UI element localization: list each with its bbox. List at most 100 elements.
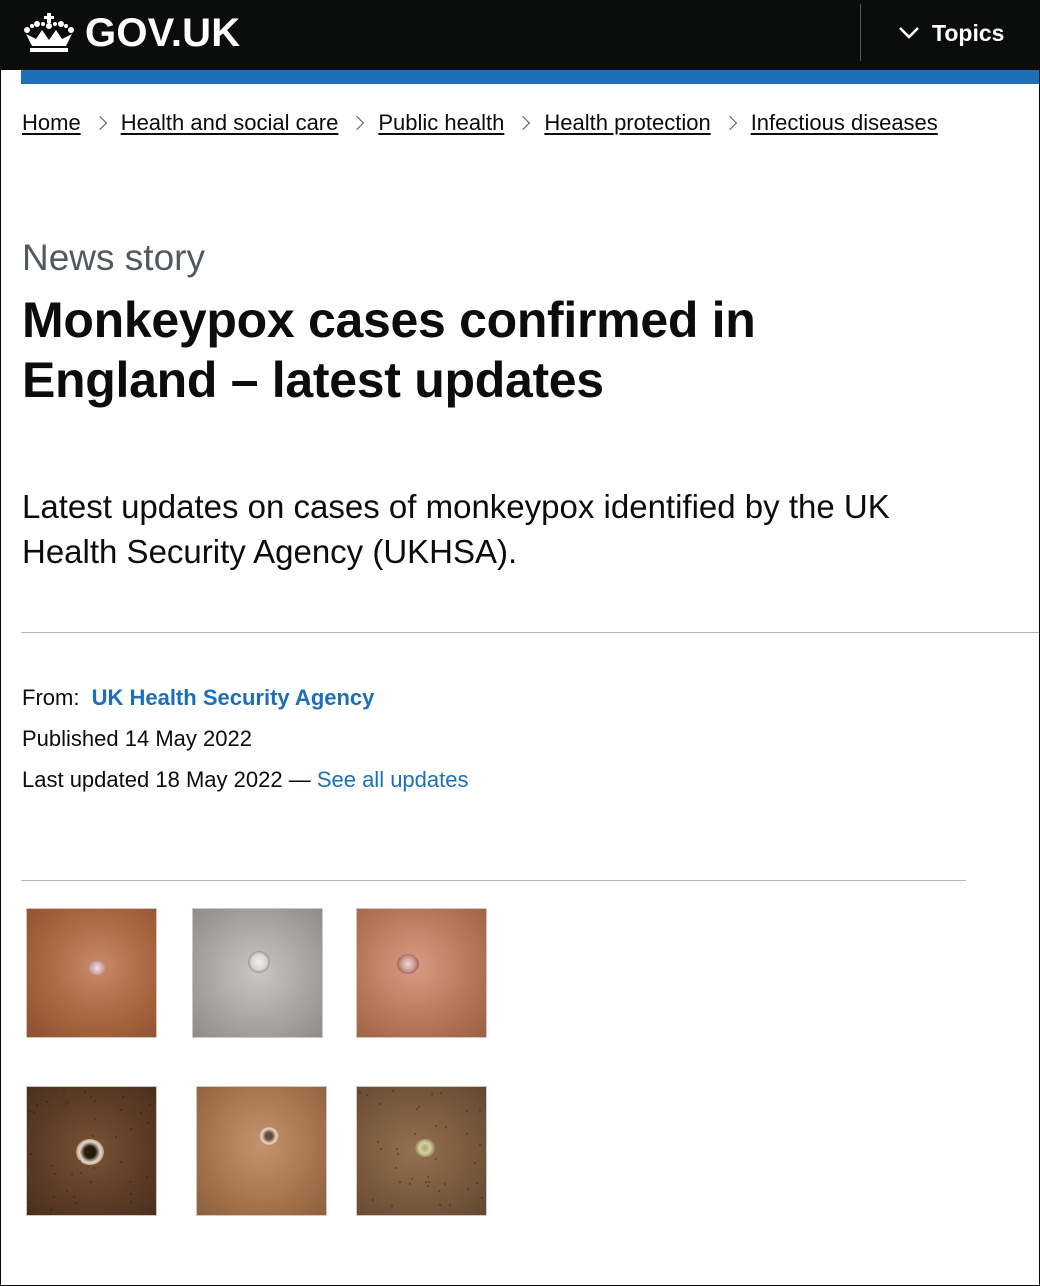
lesion-photo [356,1086,487,1216]
chevron-right-icon [711,108,751,138]
skin-texture-dot [440,1092,442,1094]
skin-texture-dot [476,1182,478,1184]
skin-texture-dot [46,1101,48,1103]
skin-texture-dot [427,1176,429,1178]
skin-texture-dot [380,1148,382,1150]
breadcrumb-infectious-diseases[interactable]: Infectious diseases [751,108,938,138]
page-title: Monkeypox cases confirmed in England – l… [22,292,756,408]
organisation-link[interactable]: UK Health Security Agency [92,685,375,710]
skin-texture-dot [425,1181,427,1183]
skin-texture-dot [120,1161,122,1163]
skin-texture-dot [79,1160,81,1162]
logo-text: GOV.UK [85,11,241,55]
skin-texture-dot [379,1103,381,1105]
skin-texture-dot [479,1144,481,1146]
updated-separator: — [288,767,311,792]
published-label: Published [22,726,119,751]
metadata-from: From: UK Health Security Agency [22,683,374,713]
breadcrumb-home[interactable]: Home [22,108,81,138]
lesion-photo [196,1086,327,1216]
skin-texture-dot [397,1153,399,1155]
published-date: 14 May 2022 [124,726,252,751]
skin-texture-dot [481,1197,483,1199]
govuk-logo-link[interactable]: GOV.UK [22,10,240,56]
section-divider [21,632,1040,633]
breadcrumb: Home Health and social care Public healt… [22,108,938,138]
skin-texture-dot [438,1190,440,1192]
breadcrumb-health-and-social-care[interactable]: Health and social care [121,108,339,138]
lesion-mark [415,1139,435,1157]
lesion-photo [26,1086,157,1216]
skin-texture-dot [94,1118,96,1120]
skin-texture-dot [418,1106,420,1108]
skin-texture-dot [411,1178,413,1180]
skin-texture-dot [84,1091,86,1093]
skin-texture-dot [120,1109,122,1111]
skin-texture-dot [414,1133,416,1135]
skin-texture-dot [427,1185,429,1187]
skin-texture-dot [149,1104,151,1106]
crown-icon [24,13,74,52]
topics-label: Topics [932,19,1005,46]
skin-texture-dot [130,1193,132,1195]
lead-paragraph: Latest updates on cases of monkeypox ide… [22,488,890,570]
header-accent-bar [21,70,1040,84]
header-divider [860,4,861,61]
skin-texture-dot [129,1181,131,1183]
skin-texture-dot [63,1090,65,1092]
skin-texture-dot [147,1122,149,1124]
skin-texture-dot [90,1181,92,1183]
content-divider [21,880,966,881]
skin-texture-dot [115,1136,117,1138]
skin-texture-dot [122,1096,124,1098]
skin-texture-dot [435,1158,437,1160]
chevron-down-icon [899,27,919,39]
see-all-updates-link[interactable]: See all updates [317,767,469,792]
skin-texture-dot [67,1101,69,1103]
lesion-photo [26,908,157,1038]
updated-date: 18 May 2022 [155,767,283,792]
lesion-mark [248,951,270,973]
skin-texture-dot [416,1108,418,1110]
skin-texture-dot [359,1091,361,1093]
skin-texture-dot [33,1112,35,1114]
skin-texture-dot [396,1148,398,1150]
metadata-published: Published 14 May 2022 [22,724,252,754]
topics-menu-button[interactable]: Topics [898,17,1004,49]
lesion-photo [192,908,323,1038]
skin-texture-dot [444,1183,446,1185]
skin-texture-dot [377,1141,379,1143]
skin-texture-dot [474,1162,476,1164]
skin-texture-dot [130,1128,132,1130]
metadata-last-updated: Last updated 18 May 2022 — See all updat… [22,765,468,795]
skin-texture-dot [36,1104,38,1106]
skin-texture-dot [73,1196,75,1198]
chevron-right-icon [81,108,121,138]
skin-texture-dot [80,1172,82,1174]
skin-texture-dot [372,1199,374,1201]
skin-texture-dot [479,1109,481,1111]
chevron-right-icon [504,108,544,138]
skin-texture-dot [92,1135,94,1137]
skin-texture-dot [28,1202,30,1204]
skin-texture-dot [93,1167,95,1169]
skin-texture-dot [445,1126,447,1128]
skin-texture-dot [29,1110,31,1112]
site-header: GOV.UK Topics [0,0,1040,70]
skin-texture-dot [466,1110,468,1112]
skin-texture-dot [391,1205,393,1207]
skin-texture-dot [94,1100,96,1102]
lesion-mark [259,1127,279,1145]
skin-texture-dot [366,1094,368,1096]
skin-texture-dot [53,1196,55,1198]
skin-texture-dot [30,1153,32,1155]
skin-texture-dot [449,1204,451,1206]
skin-texture-dot [54,1173,56,1175]
breadcrumb-health-protection[interactable]: Health protection [544,108,710,138]
skin-texture-dot [466,1133,468,1135]
skin-texture-dot [50,1209,52,1211]
breadcrumb-public-health[interactable]: Public health [378,108,504,138]
updated-label: Last updated [22,767,150,792]
lesion-mark [397,954,419,974]
skin-texture-dot [392,1090,394,1092]
